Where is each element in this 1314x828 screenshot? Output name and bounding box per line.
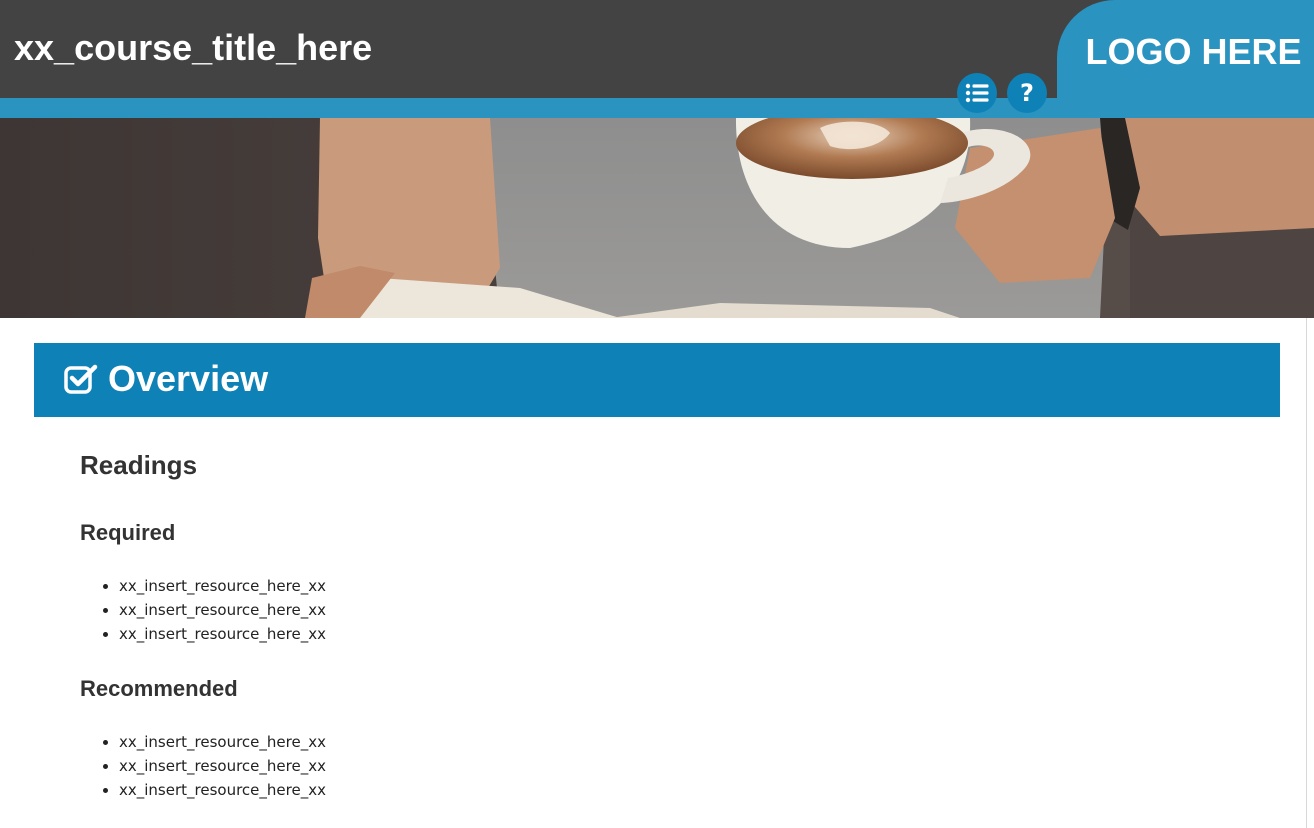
- resource-item: xx_insert_resource_here_xx: [119, 598, 1230, 622]
- question-icon: ?: [1020, 79, 1034, 107]
- banner-image: [0, 118, 1314, 318]
- list-icon: [965, 83, 989, 103]
- checkbox-checked-icon: [64, 364, 98, 394]
- help-button[interactable]: ?: [1007, 73, 1047, 113]
- logo: LOGO HERE: [1057, 0, 1314, 118]
- scroll-edge-divider: [1306, 318, 1307, 828]
- recommended-resource-list: xx_insert_resource_here_xx xx_insert_res…: [80, 730, 1230, 802]
- recommended-heading: Recommended: [80, 676, 238, 701]
- banner-photo-illustration: [0, 118, 1314, 318]
- main-content: Readings Required xx_insert_resource_her…: [80, 440, 1230, 802]
- course-page: xx_course_title_here ? LOGO HERE Overvie…: [0, 0, 1314, 828]
- required-resource-list: xx_insert_resource_here_xx xx_insert_res…: [80, 574, 1230, 646]
- resource-item: xx_insert_resource_here_xx: [119, 730, 1230, 754]
- required-heading: Required: [80, 520, 176, 545]
- course-title: xx_course_title_here: [14, 27, 373, 68]
- resource-item: xx_insert_resource_here_xx: [119, 778, 1230, 802]
- resource-item: xx_insert_resource_here_xx: [119, 622, 1230, 646]
- section-header-overview: Overview: [34, 343, 1280, 417]
- resource-item: xx_insert_resource_here_xx: [119, 574, 1230, 598]
- logo-text: LOGO HERE: [1085, 31, 1302, 72]
- table-of-contents-button[interactable]: [957, 73, 997, 113]
- section-title: Overview: [108, 358, 269, 399]
- readings-heading: Readings: [80, 450, 198, 480]
- resource-item: xx_insert_resource_here_xx: [119, 754, 1230, 778]
